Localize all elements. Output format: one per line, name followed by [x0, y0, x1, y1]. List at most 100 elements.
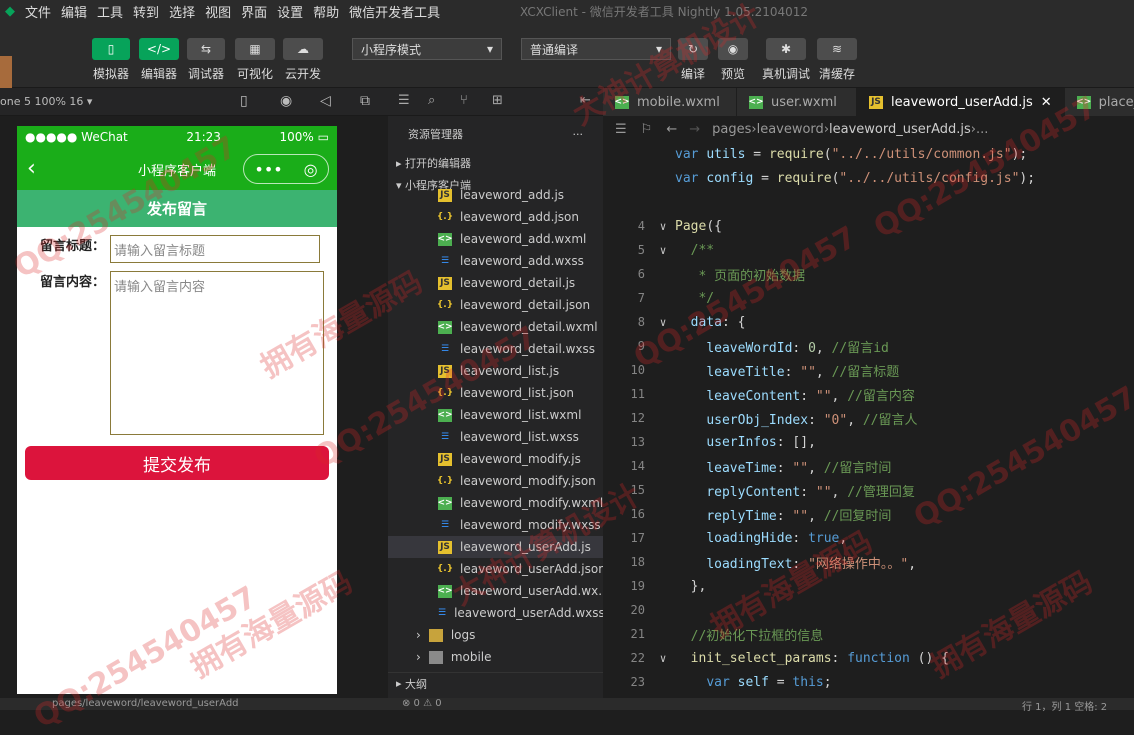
more-icon[interactable]: ···: [573, 128, 584, 141]
volume-icon[interactable]: ◁: [320, 93, 331, 109]
code-button[interactable]: </>: [139, 38, 179, 60]
file-item[interactable]: JS leaveword_detail.js: [388, 272, 603, 294]
explorer-icon[interactable]: ☰: [398, 93, 410, 108]
fold-icon[interactable]: ∨: [651, 652, 675, 665]
collapse-panel-icon[interactable]: ⇤: [580, 93, 591, 108]
forward-arrow-icon[interactable]: →: [689, 122, 700, 137]
extensions-icon[interactable]: ⊞: [492, 93, 503, 108]
phone-icon[interactable]: ▯: [240, 93, 248, 109]
problems-count[interactable]: ⊗ 0 ⚠ 0: [402, 698, 442, 709]
phone-button[interactable]: ▯: [92, 38, 130, 60]
file-item[interactable]: JS leaveword_add.js: [388, 184, 603, 206]
editor-tab[interactable]: <> user.wxml: [737, 88, 857, 116]
record-icon[interactable]: ◉: [280, 93, 292, 109]
close-target-icon[interactable]: ◎: [304, 160, 318, 179]
page-path[interactable]: pages/leaveword/leaveword_userAdd: [52, 698, 239, 709]
file-name: leaveword_detail.js: [460, 276, 576, 290]
menu-item[interactable]: 帮助: [308, 2, 344, 21]
file-item[interactable]: JS leaveword_modify.js: [388, 448, 603, 470]
line-number: 17: [630, 531, 645, 545]
fold-icon[interactable]: ∨: [651, 220, 675, 233]
wxml-file-icon: <>: [748, 95, 764, 109]
menu-item[interactable]: 选择: [164, 2, 200, 21]
file-item[interactable]: <> leaveword_userAdd.wx...: [388, 580, 603, 602]
close-icon[interactable]: ✕: [1041, 95, 1052, 110]
line-number: 23: [630, 675, 645, 689]
file-item[interactable]: <> leaveword_modify.wxml: [388, 492, 603, 514]
search-icon[interactable]: ⌕: [428, 93, 435, 108]
debug-button[interactable]: ⇆: [187, 38, 225, 60]
file-item[interactable]: ☰ leaveword_add.wxss: [388, 250, 603, 272]
code-text: var utils = require("../../utils/common.…: [675, 146, 1028, 162]
menu-item[interactable]: 编辑: [56, 2, 92, 21]
wxml-file-icon: <>: [437, 320, 453, 334]
file-item[interactable]: <> leaveword_list.wxml: [388, 404, 603, 426]
breadcrumb-item[interactable]: ...: [976, 122, 988, 137]
folder-item[interactable]: › logs: [388, 624, 603, 646]
file-item[interactable]: ☰ leaveword_list.wxss: [388, 426, 603, 448]
file-item[interactable]: {.} leaveword_userAdd.json: [388, 558, 603, 580]
file-item[interactable]: <> leaveword_add.wxml: [388, 228, 603, 250]
cloud-button[interactable]: ☁: [283, 38, 323, 60]
phone-status-bar: ●●●●● WeChat 21:23 100% ▭: [17, 126, 337, 148]
js-file-icon: JS: [438, 540, 452, 554]
content-textarea[interactable]: 请输入留言内容: [110, 271, 324, 435]
file-name: leaveword_modify.json: [460, 474, 596, 488]
section-outline[interactable]: ▸ 大纲: [388, 672, 603, 694]
folder-item[interactable]: › mobile: [388, 646, 603, 668]
title-input[interactable]: 请输入留言标题: [110, 235, 320, 263]
code-editor[interactable]: var utils = require("../../utils/common.…: [603, 142, 1134, 698]
fold-icon[interactable]: ∨: [651, 244, 675, 257]
file-item[interactable]: {.} leaveword_modify.json: [388, 470, 603, 492]
layers-button[interactable]: ≋: [817, 38, 857, 60]
menu-item[interactable]: 文件: [20, 2, 56, 21]
editor-tab[interactable]: <> mobile.wxml: [603, 88, 737, 116]
breadcrumb-item[interactable]: pages: [712, 122, 751, 137]
file-item[interactable]: <> leaveword_detail.wxml: [388, 316, 603, 338]
js-file-icon: JS: [438, 188, 452, 202]
file-item[interactable]: ☰ leaveword_detail.wxss: [388, 338, 603, 360]
json-file-icon: {.}: [436, 476, 454, 486]
breadcrumb-item[interactable]: leaveword: [757, 122, 824, 137]
more-icon[interactable]: •••: [254, 160, 282, 179]
bug-button[interactable]: ✱: [766, 38, 806, 60]
source-control-icon[interactable]: ⑂: [460, 93, 468, 108]
layout-button[interactable]: ▦: [235, 38, 275, 60]
breadcrumb-item[interactable]: leaveword_userAdd.js: [829, 122, 971, 137]
eye-button[interactable]: ◉: [718, 38, 748, 60]
file-item[interactable]: {.} leaveword_list.json: [388, 382, 603, 404]
menu-item[interactable]: 转到: [128, 2, 164, 21]
menu-item[interactable]: 微信开发者工具: [344, 2, 445, 21]
menu-item[interactable]: 工具: [92, 2, 128, 21]
battery-icon: ▭: [317, 130, 329, 144]
device-select[interactable]: one 5 100% 16 ▾: [0, 95, 92, 108]
cursor-position[interactable]: 行 1，列 1 空格: 2: [1022, 698, 1107, 713]
bookmark-icon[interactable]: ⚐: [641, 122, 653, 137]
menu-item[interactable]: 视图: [200, 2, 236, 21]
phone-simulator: ●●●●● WeChat 21:23 100% ▭ ‹ 小程序客户端 ••• ◎…: [17, 126, 337, 694]
file-item[interactable]: ☰ leaveword_modify.wxss: [388, 514, 603, 536]
mode-select[interactable]: 小程序模式 ▾: [352, 38, 502, 60]
fold-icon[interactable]: ∨: [651, 316, 675, 329]
file-item[interactable]: JS leaveword_list.js: [388, 360, 603, 382]
refresh-button[interactable]: ↻: [678, 38, 708, 60]
editor-tab[interactable]: JS leaveword_userAdd.js ✕: [857, 88, 1065, 116]
avatar[interactable]: [0, 56, 12, 90]
editor-tab[interactable]: <> place_list.w: [1064, 88, 1134, 116]
file-item[interactable]: {.} leaveword_detail.json: [388, 294, 603, 316]
file-name: leaveword_list.wxss: [460, 430, 579, 444]
wxml-file-icon: <>: [437, 496, 453, 510]
code-line: 5 ∨ /**: [603, 238, 1134, 262]
menu-item[interactable]: 设置: [272, 2, 308, 21]
menu-item[interactable]: 界面: [236, 2, 272, 21]
back-arrow-icon[interactable]: ←: [666, 122, 677, 137]
file-item[interactable]: ☰ leaveword_userAdd.wxss: [388, 602, 603, 624]
file-item[interactable]: JS leaveword_userAdd.js: [388, 536, 603, 558]
capsule-menu: ••• ◎: [243, 154, 329, 184]
submit-button[interactable]: 提交发布: [25, 446, 329, 480]
status-bar: pages/leaveword/leaveword_userAdd ⊗ 0 ⚠ …: [0, 698, 1134, 713]
file-item[interactable]: {.} leaveword_add.json: [388, 206, 603, 228]
window-icon[interactable]: ⧉: [360, 93, 370, 109]
compile-select[interactable]: 普通编译 ▾: [521, 38, 671, 60]
section-open-editors[interactable]: ▸ 打开的编辑器: [388, 152, 603, 174]
